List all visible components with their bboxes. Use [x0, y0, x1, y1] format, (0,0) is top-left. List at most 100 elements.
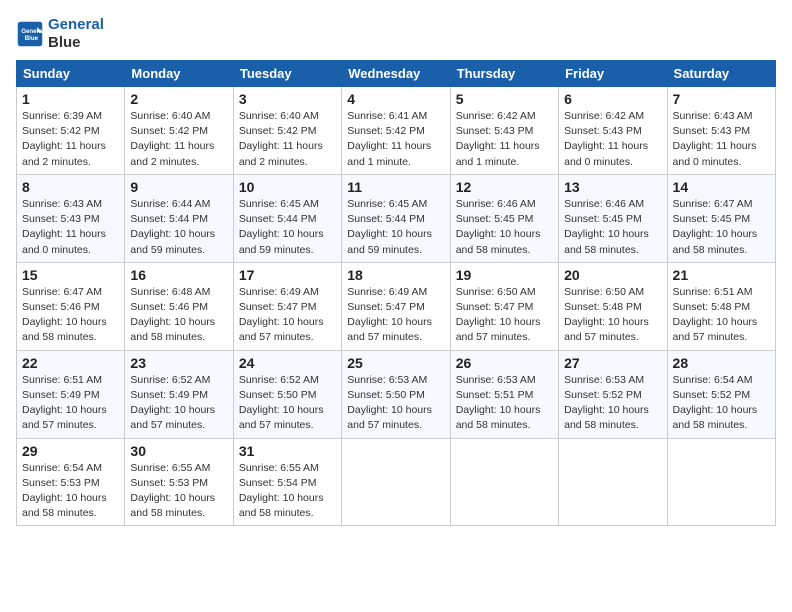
day-info: Sunrise: 6:45 AM Sunset: 5:44 PM Dayligh… — [239, 197, 336, 258]
calendar-cell: 9 Sunrise: 6:44 AM Sunset: 5:44 PM Dayli… — [125, 174, 233, 262]
sunset-time: 5:42 PM — [277, 125, 316, 137]
day-info: Sunrise: 6:54 AM Sunset: 5:52 PM Dayligh… — [673, 373, 770, 434]
day-number: 4 — [347, 91, 444, 107]
weekday-header-wednesday: Wednesday — [342, 61, 450, 87]
sunrise-time: 6:54 AM — [63, 462, 102, 474]
sunset-time: 5:49 PM — [61, 389, 100, 401]
sunset-label: Sunset: — [22, 389, 61, 401]
day-number: 23 — [130, 355, 227, 371]
day-number: 2 — [130, 91, 227, 107]
sunrise-label: Sunrise: — [456, 110, 497, 122]
day-number: 20 — [564, 267, 661, 283]
sunset-time: 5:49 PM — [169, 389, 208, 401]
sunrise-time: 6:41 AM — [389, 110, 428, 122]
sunset-time: 5:53 PM — [61, 477, 100, 489]
day-info: Sunrise: 6:52 AM Sunset: 5:49 PM Dayligh… — [130, 373, 227, 434]
sunset-time: 5:45 PM — [711, 213, 750, 225]
sunset-label: Sunset: — [239, 477, 278, 489]
day-number: 21 — [673, 267, 770, 283]
weekday-header-row: SundayMondayTuesdayWednesdayThursdayFrid… — [17, 61, 776, 87]
sunrise-label: Sunrise: — [22, 198, 63, 210]
sunset-time: 5:47 PM — [494, 301, 533, 313]
logo: General Blue General Blue — [16, 16, 104, 52]
sunset-label: Sunset: — [456, 389, 495, 401]
sunrise-time: 6:53 AM — [389, 374, 428, 386]
daylight-label: Daylight: 11 hours and 0 minutes. — [673, 140, 757, 167]
day-info: Sunrise: 6:44 AM Sunset: 5:44 PM Dayligh… — [130, 197, 227, 258]
calendar-cell: 29 Sunrise: 6:54 AM Sunset: 5:53 PM Dayl… — [17, 438, 125, 526]
daylight-label: Daylight: 11 hours and 0 minutes. — [22, 228, 106, 255]
calendar-cell: 5 Sunrise: 6:42 AM Sunset: 5:43 PM Dayli… — [450, 87, 558, 175]
sunrise-time: 6:50 AM — [606, 286, 645, 298]
sunset-label: Sunset: — [22, 125, 61, 137]
calendar-table: SundayMondayTuesdayWednesdayThursdayFrid… — [16, 60, 776, 526]
daylight-label: Daylight: 10 hours and 57 minutes. — [347, 316, 432, 343]
day-info: Sunrise: 6:50 AM Sunset: 5:48 PM Dayligh… — [564, 285, 661, 346]
daylight-label: Daylight: 10 hours and 57 minutes. — [22, 404, 107, 431]
sunrise-label: Sunrise: — [22, 286, 63, 298]
daylight-label: Daylight: 10 hours and 59 minutes. — [130, 228, 215, 255]
day-info: Sunrise: 6:48 AM Sunset: 5:46 PM Dayligh… — [130, 285, 227, 346]
sunrise-label: Sunrise: — [564, 286, 605, 298]
daylight-label: Daylight: 11 hours and 2 minutes. — [130, 140, 214, 167]
calendar-cell — [667, 438, 775, 526]
day-number: 29 — [22, 443, 119, 459]
day-number: 5 — [456, 91, 553, 107]
day-info: Sunrise: 6:49 AM Sunset: 5:47 PM Dayligh… — [347, 285, 444, 346]
day-info: Sunrise: 6:42 AM Sunset: 5:43 PM Dayligh… — [456, 109, 553, 170]
sunset-label: Sunset: — [564, 213, 603, 225]
calendar-week-3: 15 Sunrise: 6:47 AM Sunset: 5:46 PM Dayl… — [17, 262, 776, 350]
sunrise-time: 6:54 AM — [714, 374, 753, 386]
daylight-label: Daylight: 11 hours and 0 minutes. — [564, 140, 648, 167]
sunrise-time: 6:43 AM — [63, 198, 102, 210]
daylight-label: Daylight: 10 hours and 59 minutes. — [347, 228, 432, 255]
sunrise-time: 6:52 AM — [172, 374, 211, 386]
daylight-label: Daylight: 10 hours and 58 minutes. — [239, 492, 324, 519]
day-number: 7 — [673, 91, 770, 107]
sunset-label: Sunset: — [130, 213, 169, 225]
sunset-label: Sunset: — [22, 213, 61, 225]
day-number: 27 — [564, 355, 661, 371]
sunset-time: 5:43 PM — [603, 125, 642, 137]
sunset-time: 5:52 PM — [711, 389, 750, 401]
sunrise-label: Sunrise: — [673, 374, 714, 386]
sunset-label: Sunset: — [239, 301, 278, 313]
calendar-cell: 1 Sunrise: 6:39 AM Sunset: 5:42 PM Dayli… — [17, 87, 125, 175]
sunrise-time: 6:45 AM — [389, 198, 428, 210]
calendar-week-4: 22 Sunrise: 6:51 AM Sunset: 5:49 PM Dayl… — [17, 350, 776, 438]
sunset-label: Sunset: — [239, 389, 278, 401]
calendar-cell: 13 Sunrise: 6:46 AM Sunset: 5:45 PM Dayl… — [559, 174, 667, 262]
day-info: Sunrise: 6:55 AM Sunset: 5:54 PM Dayligh… — [239, 461, 336, 522]
sunset-label: Sunset: — [22, 301, 61, 313]
sunrise-label: Sunrise: — [22, 110, 63, 122]
sunset-label: Sunset: — [456, 301, 495, 313]
calendar-week-1: 1 Sunrise: 6:39 AM Sunset: 5:42 PM Dayli… — [17, 87, 776, 175]
calendar-week-5: 29 Sunrise: 6:54 AM Sunset: 5:53 PM Dayl… — [17, 438, 776, 526]
daylight-label: Daylight: 10 hours and 59 minutes. — [239, 228, 324, 255]
sunrise-time: 6:49 AM — [389, 286, 428, 298]
calendar-cell — [342, 438, 450, 526]
sunset-time: 5:43 PM — [711, 125, 750, 137]
sunset-time: 5:53 PM — [169, 477, 208, 489]
calendar-cell: 7 Sunrise: 6:43 AM Sunset: 5:43 PM Dayli… — [667, 87, 775, 175]
sunrise-time: 6:53 AM — [497, 374, 536, 386]
daylight-label: Daylight: 10 hours and 57 minutes. — [564, 316, 649, 343]
calendar-cell: 15 Sunrise: 6:47 AM Sunset: 5:46 PM Dayl… — [17, 262, 125, 350]
calendar-cell: 24 Sunrise: 6:52 AM Sunset: 5:50 PM Dayl… — [233, 350, 341, 438]
sunrise-label: Sunrise: — [347, 374, 388, 386]
daylight-label: Daylight: 10 hours and 57 minutes. — [239, 316, 324, 343]
sunrise-time: 6:39 AM — [63, 110, 102, 122]
day-info: Sunrise: 6:40 AM Sunset: 5:42 PM Dayligh… — [239, 109, 336, 170]
sunrise-time: 6:55 AM — [280, 462, 319, 474]
sunrise-label: Sunrise: — [130, 286, 171, 298]
sunset-time: 5:44 PM — [169, 213, 208, 225]
calendar-cell: 21 Sunrise: 6:51 AM Sunset: 5:48 PM Dayl… — [667, 262, 775, 350]
daylight-label: Daylight: 11 hours and 1 minute. — [456, 140, 540, 167]
day-info: Sunrise: 6:45 AM Sunset: 5:44 PM Dayligh… — [347, 197, 444, 258]
sunrise-label: Sunrise: — [130, 198, 171, 210]
sunrise-time: 6:50 AM — [497, 286, 536, 298]
sunrise-time: 6:48 AM — [172, 286, 211, 298]
sunrise-time: 6:47 AM — [63, 286, 102, 298]
sunrise-time: 6:47 AM — [714, 198, 753, 210]
sunrise-label: Sunrise: — [564, 198, 605, 210]
